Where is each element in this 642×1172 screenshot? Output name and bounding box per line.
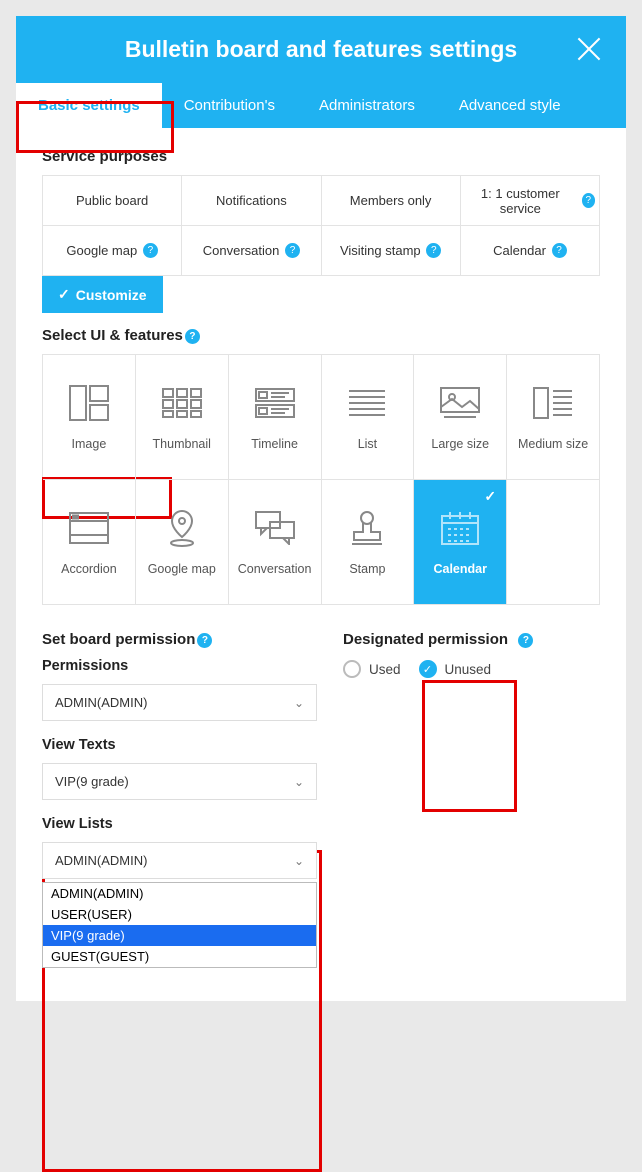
view-texts-select[interactable]: VIP(9 grade) ⌄ <box>42 763 317 800</box>
ui-option-thumbnail[interactable]: Thumbnail <box>136 355 229 480</box>
stamp-icon <box>343 508 391 548</box>
permissions-label: Permissions <box>42 658 317 674</box>
layout-icon <box>65 383 113 423</box>
purpose-public-board[interactable]: Public board <box>43 176 182 226</box>
pin-icon <box>158 508 206 548</box>
tab-administrators[interactable]: Administrators <box>297 83 437 128</box>
purpose-google-map[interactable]: Google map ? <box>43 226 182 276</box>
chevron-down-icon: ⌄ <box>294 854 304 868</box>
modal-content: Service purposes Public board Notificati… <box>16 128 626 1001</box>
board-permission-label: Set board permission? <box>42 631 317 648</box>
calendar-icon <box>436 508 484 548</box>
designated-permission-label: Designated permission ? <box>343 631 600 648</box>
dropdown-option[interactable]: GUEST(GUEST) <box>43 946 316 967</box>
settings-modal: Bulletin board and features settings Bas… <box>16 16 626 1001</box>
chat-icon <box>251 508 299 548</box>
chevron-down-icon: ⌄ <box>294 775 304 789</box>
ui-option-calendar[interactable]: ✓ Calendar <box>414 480 507 605</box>
used-radio[interactable] <box>343 660 361 678</box>
help-icon[interactable]: ? <box>518 633 533 648</box>
customize-button[interactable]: ✓ Customize <box>42 276 163 313</box>
ui-option-list[interactable]: List <box>322 355 415 480</box>
purpose-conversation[interactable]: Conversation ? <box>182 226 321 276</box>
ui-option-image[interactable]: Image <box>43 355 136 480</box>
tab-bar: Basic settings Contribution's Administra… <box>16 83 626 128</box>
tab-contributions[interactable]: Contribution's <box>162 83 297 128</box>
view-lists-dropdown: ADMIN(ADMIN) USER(USER) VIP(9 grade) GUE… <box>42 882 317 968</box>
help-icon[interactable]: ? <box>285 243 300 258</box>
view-lists-select[interactable]: ADMIN(ADMIN) ⌄ <box>42 842 317 879</box>
modal-header: Bulletin board and features settings <box>16 16 626 83</box>
check-icon: ✓ <box>58 286 70 303</box>
check-icon: ✓ <box>484 488 496 505</box>
unused-radio[interactable]: ✓ <box>419 660 437 678</box>
ui-features-grid: Image Thumbnail Timeline List <box>42 354 600 605</box>
tab-advanced-style[interactable]: Advanced style <box>437 83 583 128</box>
image-icon <box>436 383 484 423</box>
tab-basic-settings[interactable]: Basic settings <box>16 83 162 128</box>
used-radio-label: Used <box>369 662 401 677</box>
split-icon <box>529 383 577 423</box>
ui-option-timeline[interactable]: Timeline <box>229 355 322 480</box>
help-icon[interactable]: ? <box>197 633 212 648</box>
purpose-customer-service[interactable]: 1: 1 customer service ? <box>461 176 600 226</box>
close-icon[interactable] <box>574 34 604 64</box>
dropdown-option[interactable]: VIP(9 grade) <box>43 925 316 946</box>
help-icon[interactable]: ? <box>582 193 596 208</box>
help-icon[interactable]: ? <box>185 329 200 344</box>
dropdown-option[interactable]: USER(USER) <box>43 904 316 925</box>
ui-option-conversation[interactable]: Conversation <box>229 480 322 605</box>
permissions-select[interactable]: ADMIN(ADMIN) ⌄ <box>42 684 317 721</box>
purpose-calendar[interactable]: Calendar ? <box>461 226 600 276</box>
unused-radio-label: Unused <box>445 662 492 677</box>
purpose-members-only[interactable]: Members only <box>322 176 461 226</box>
ui-option-medium-size[interactable]: Medium size <box>507 355 600 480</box>
lines-icon <box>343 383 391 423</box>
purpose-notifications[interactable]: Notifications <box>182 176 321 226</box>
help-icon[interactable]: ? <box>552 243 567 258</box>
ui-option-large-size[interactable]: Large size <box>414 355 507 480</box>
ui-option-empty <box>507 480 600 605</box>
modal-title: Bulletin board and features settings <box>46 36 596 63</box>
view-lists-label: View Lists <box>42 816 317 832</box>
grid-icon <box>158 383 206 423</box>
service-purposes-grid: Public board Notifications Members only … <box>42 175 600 276</box>
purpose-visiting-stamp[interactable]: Visiting stamp ? <box>322 226 461 276</box>
accordion-icon <box>65 508 113 548</box>
timeline-icon <box>251 383 299 423</box>
ui-option-accordion[interactable]: Accordion <box>43 480 136 605</box>
chevron-down-icon: ⌄ <box>294 696 304 710</box>
ui-option-google-map[interactable]: Google map <box>136 480 229 605</box>
help-icon[interactable]: ? <box>426 243 441 258</box>
ui-option-stamp[interactable]: Stamp <box>322 480 415 605</box>
view-texts-label: View Texts <box>42 737 317 753</box>
help-icon[interactable]: ? <box>143 243 158 258</box>
ui-features-label: Select UI & features? <box>42 327 600 344</box>
service-purposes-label: Service purposes <box>42 148 600 165</box>
dropdown-option[interactable]: ADMIN(ADMIN) <box>43 883 316 904</box>
